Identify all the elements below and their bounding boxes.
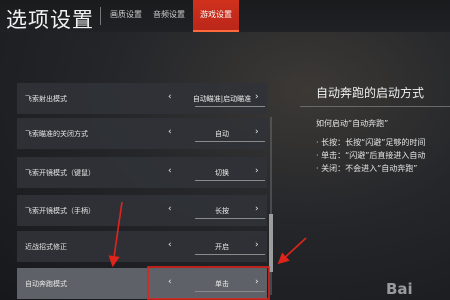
annotation-arrow-right xyxy=(277,237,307,265)
watermark: Bai xyxy=(386,280,413,298)
annotation-arrow-left xyxy=(108,201,123,268)
annotation-overlay xyxy=(108,201,307,300)
annotation-highlight-box xyxy=(147,266,270,300)
